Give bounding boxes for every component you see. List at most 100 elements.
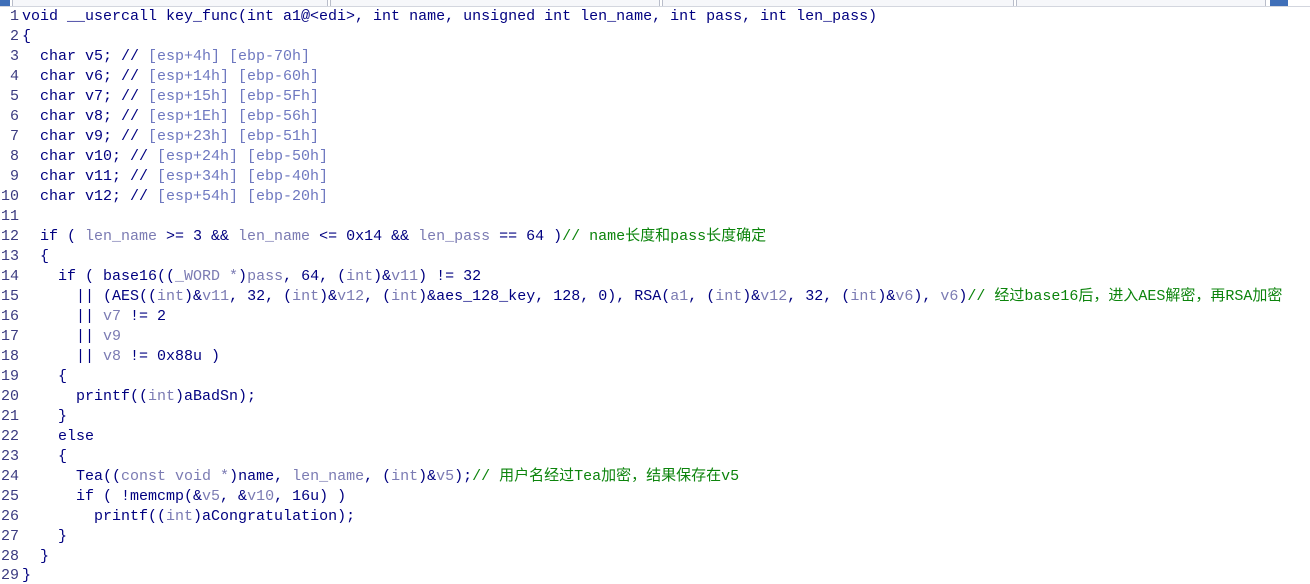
variable-token[interactable]: v5 [202,488,220,505]
code-token: != 2 [121,308,167,325]
code-line[interactable]: 23 { [0,447,1310,467]
variable-token[interactable]: v10 [247,488,274,505]
code-text[interactable]: if ( !memcmp(&v5, &v10, 16u) ) [22,487,1310,507]
code-token: )& [418,468,437,485]
code-text[interactable]: { [22,367,1310,387]
line-number: 4 [9,68,19,85]
code-line[interactable]: 27 } [0,527,1310,547]
code-text[interactable]: } [22,407,1310,427]
variable-token[interactable]: pass [247,268,283,285]
line-number: 19 [0,368,19,385]
code-text[interactable]: char v10; // [esp+24h] [ebp-50h] [22,147,1310,167]
code-text[interactable]: { [22,447,1310,467]
code-token: , & [220,488,248,505]
code-line[interactable]: 10 char v12; // [esp+54h] [ebp-20h] [0,187,1310,207]
code-token: } [22,528,68,545]
variable-token[interactable]: a1 [670,288,688,305]
variable-token[interactable]: len_name [238,228,310,245]
code-text[interactable]: if ( len_name >= 3 && len_name <= 0x14 &… [22,227,1310,247]
variable-token[interactable]: v11 [391,268,418,285]
code-line[interactable]: 5 char v7; // [esp+15h] [ebp-5Fh] [0,87,1310,107]
code-text[interactable]: } [22,547,1310,567]
code-text[interactable]: } [22,567,1310,584]
variable-token[interactable]: v9 [103,328,121,345]
code-line[interactable]: 18 || v8 != 0x88u ) [0,347,1310,367]
code-line[interactable]: 9 char v11; // [esp+34h] [ebp-40h] [0,167,1310,187]
code-text[interactable]: || v7 != 2 [22,307,1310,327]
cast-type-token: int [148,388,176,405]
variable-token[interactable]: len_name [292,468,364,485]
code-text[interactable]: { [22,247,1310,267]
line-number: 8 [9,148,19,165]
variable-token[interactable]: len_pass [418,228,490,245]
code-text[interactable]: if ( base16((_WORD *)pass, 64, (int)&v11… [22,267,1310,287]
code-text[interactable]: { [22,27,1310,47]
variable-token[interactable]: v5 [436,468,454,485]
code-line[interactable]: 7 char v9; // [esp+23h] [ebp-51h] [0,127,1310,147]
variable-token[interactable]: v6 [895,288,913,305]
variable-token[interactable]: v7 [103,308,121,325]
code-line[interactable]: 29} [0,567,1310,584]
code-line[interactable]: 15 || (AES((int)&v11, 32, (int)&v12, (in… [0,287,1310,307]
line-number: 10 [0,188,19,205]
variable-token[interactable]: v12 [760,288,787,305]
code-line[interactable]: 26 printf((int)aCongratulation); [0,507,1310,527]
code-text[interactable]: char v11; // [esp+34h] [ebp-40h] [22,167,1310,187]
code-text[interactable]: else [22,427,1310,447]
code-line[interactable]: 17 || v9 [0,327,1310,347]
code-line[interactable]: 12 if ( len_name >= 3 && len_name <= 0x1… [0,227,1310,247]
variable-token[interactable]: v12 [337,288,364,305]
code-token: )aCongratulation); [193,508,356,525]
code-line[interactable]: 28 } [0,547,1310,567]
code-text[interactable] [22,207,1310,227]
code-text[interactable]: char v5; // [esp+4h] [ebp-70h] [22,47,1310,67]
variable-token[interactable]: v6 [940,288,958,305]
tab[interactable] [1016,0,1266,6]
code-text[interactable]: || v9 [22,327,1310,347]
code-token: )& [319,288,338,305]
code-text[interactable]: char v7; // [esp+15h] [ebp-5Fh] [22,87,1310,107]
code-text[interactable]: void __usercall key_func(int a1@<edi>, i… [22,7,1310,27]
code-line[interactable]: 20 printf((int)aBadSn); [0,387,1310,407]
code-text[interactable]: || v8 != 0x88u ) [22,347,1310,367]
code-line[interactable]: 21 } [0,407,1310,427]
code-line[interactable]: 1 void __usercall key_func(int a1@<edi>, … [0,7,1310,27]
code-line[interactable]: 22 else [0,427,1310,447]
variable-token[interactable]: v8 [103,348,121,365]
code-line[interactable]: 11 [0,207,1310,227]
variable-token[interactable]: len_name [85,228,157,245]
code-token: , ( [364,468,392,485]
tab[interactable] [12,0,328,6]
code-text[interactable]: Tea((const void *)name, len_name, (int)&… [22,467,1310,487]
variable-token[interactable]: v11 [202,288,229,305]
line-number: 29 [0,567,19,584]
code-token: , ( [364,288,392,305]
code-text[interactable]: char v9; // [esp+23h] [ebp-51h] [22,127,1310,147]
code-token: printf(( [22,508,167,525]
code-text[interactable]: char v6; // [esp+14h] [ebp-60h] [22,67,1310,87]
code-token: void __usercall key_func(int a1@<edi>, i… [22,8,878,25]
pseudocode-editor[interactable]: 1 void __usercall key_func(int a1@<edi>, … [0,7,1310,584]
code-line[interactable]: 3 char v5; // [esp+4h] [ebp-70h] [0,47,1310,67]
code-line[interactable]: 24 Tea((const void *)name, len_name, (in… [0,467,1310,487]
tab[interactable] [662,0,1014,6]
code-text[interactable]: } [22,527,1310,547]
code-text[interactable]: char v12; // [esp+54h] [ebp-20h] [22,187,1310,207]
code-text[interactable]: printf((int)aCongratulation); [22,507,1310,527]
code-line[interactable]: 16 || v7 != 2 [0,307,1310,327]
code-line[interactable]: 19 { [0,367,1310,387]
code-line[interactable]: 25 if ( !memcmp(&v5, &v10, 16u) ) [0,487,1310,507]
code-line[interactable]: 4 char v6; // [esp+14h] [ebp-60h] [0,67,1310,87]
tab[interactable] [330,0,660,6]
code-line[interactable]: 14 if ( base16((_WORD *)pass, 64, (int)&… [0,267,1310,287]
code-line[interactable]: 2{ [0,27,1310,47]
code-line[interactable]: 13 { [0,247,1310,267]
code-line[interactable]: 6 char v8; // [esp+1Eh] [ebp-56h] [0,107,1310,127]
line-number: 20 [0,388,19,405]
code-text[interactable]: char v8; // [esp+1Eh] [ebp-56h] [22,107,1310,127]
code-text[interactable]: printf((int)aBadSn); [22,387,1310,407]
comment-token: // 用户名经过Tea加密，结果保存在v5 [472,468,740,485]
stack-offset-comment: [esp+54h] [ebp-20h] [148,188,329,205]
code-text[interactable]: || (AES((int)&v11, 32, (int)&v12, (int)&… [22,287,1310,307]
code-line[interactable]: 8 char v10; // [esp+24h] [ebp-50h] [0,147,1310,167]
